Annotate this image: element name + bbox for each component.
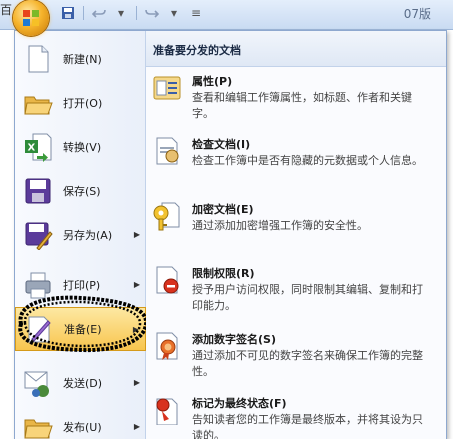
submenu-item-desc: 检查工作簿中是否有隐藏的元数据或个人信息。 (192, 154, 423, 167)
prepare-submenu: 准备要分发的文档 属性(P) 查看和编辑工作簿属性，如标题、作者和关键字。 检查… (146, 31, 446, 439)
qat-separator (136, 6, 137, 20)
submenu-arrow-icon: ▶ (133, 230, 140, 239)
document-title: 07版 (403, 7, 431, 21)
restrict-permission-icon (156, 266, 179, 294)
submenu-item-title: 属性(P) (192, 75, 233, 88)
undo-icon[interactable] (89, 4, 109, 22)
submenu-item-title: 加密文档(E) (192, 203, 254, 216)
publish-icon (24, 419, 53, 439)
title-bar: 百 ▾ ▾ ≡ 07版 (0, 0, 453, 30)
chevron-down-icon[interactable]: ▾ (164, 4, 184, 22)
properties-icon (153, 76, 181, 100)
menu-item-label: 打印(P) (63, 279, 101, 292)
submenu-item-desc: 通过添加不可见的数字签名来确保工作簿的完整性。 (192, 349, 423, 378)
redo-icon[interactable] (142, 4, 162, 22)
menu-item-label: 转换(V) (63, 141, 102, 154)
mark-final-icon (156, 398, 178, 425)
quick-access-toolbar: ▾ ▾ ≡ (58, 4, 206, 22)
new-document-icon (28, 45, 49, 73)
menu-item-label: 另存为(A) (63, 229, 113, 242)
menu-item-new[interactable]: 新建(N) (15, 37, 146, 81)
convert-icon: X (25, 133, 52, 162)
submenu-item-desc: 通过添加加密增强工作簿的安全性。 (192, 219, 368, 232)
submenu-item-title: 添加数字签名(S) (192, 333, 276, 346)
send-icon (24, 371, 49, 397)
submenu-item-title: 限制权限(R) (192, 267, 255, 280)
submenu-item-desc: 授予用户访问权限，同时限制其编辑、复制和打印能力。 (192, 283, 423, 312)
submenu-item-desc: 告知读者您的工作簿是最终版本，并将其设为只读的。 (192, 413, 423, 439)
save-icon (25, 178, 51, 204)
prepare-icon (28, 316, 51, 343)
submenu-item-title: 标记为最终状态(F) (192, 397, 287, 410)
qat-separator (83, 6, 84, 20)
submenu-arrow-icon: ▶ (132, 325, 139, 334)
menu-command-list: 新建(N) 打开(O) X 转换(V) 保存(S) 另存为(A) ▶ 打印(P)… (15, 31, 148, 439)
title-clipped-char: 百 (0, 3, 13, 17)
menu-item-label: 保存(S) (63, 185, 101, 198)
menu-item-send[interactable]: 发送(D) ▶ (15, 361, 146, 405)
encrypt-document-icon (153, 202, 180, 231)
customize-icon[interactable]: ≡ (186, 4, 206, 22)
menu-item-label: 准备(E) (64, 323, 102, 336)
menu-item-publish[interactable]: 发布(U) ▶ (15, 405, 146, 439)
inspect-document-icon (156, 137, 179, 165)
svg-text:X: X (28, 143, 36, 154)
office-menu: 新建(N) 打开(O) X 转换(V) 保存(S) 另存为(A) ▶ 打印(P)… (14, 30, 447, 439)
submenu-arrow-icon: ▶ (133, 422, 140, 431)
submenu-item-mark-final[interactable]: 标记为最终状态(F) 告知读者您的工作簿是最终版本，并将其设为只读的。 (146, 395, 446, 439)
menu-item-label: 打开(O) (63, 97, 103, 110)
submenu-item-properties[interactable]: 属性(P) 查看和编辑工作簿属性，如标题、作者和关键字。 (146, 73, 446, 121)
menu-item-label: 发布(U) (63, 421, 102, 434)
menu-item-convert[interactable]: X 转换(V) (15, 125, 146, 169)
submenu-item-signature[interactable]: 添加数字签名(S) 通过添加不可见的数字签名来确保工作簿的完整性。 (146, 331, 446, 381)
submenu-item-desc: 查看和编辑工作簿属性，如标题、作者和关键字。 (192, 91, 412, 120)
digital-signature-icon (156, 332, 178, 360)
submenu-item-title: 检查文档(I) (192, 138, 251, 151)
print-icon (25, 272, 51, 299)
submenu-item-inspect[interactable]: 检查文档(I) 检查工作簿中是否有隐藏的元数据或个人信息。 (146, 136, 446, 184)
submenu-header: 准备要分发的文档 (146, 31, 446, 67)
save-as-icon (25, 222, 53, 250)
office-button[interactable] (13, 0, 49, 36)
menu-item-save[interactable]: 保存(S) (15, 169, 146, 213)
menu-item-prepare[interactable]: 准备(E) ▶ (15, 307, 146, 351)
menu-item-open[interactable]: 打开(O) (15, 81, 146, 125)
menu-item-print[interactable]: 打印(P) ▶ (15, 263, 146, 307)
menu-item-save-as[interactable]: 另存为(A) ▶ (15, 213, 146, 257)
menu-item-label: 新建(N) (63, 53, 102, 66)
submenu-arrow-icon: ▶ (133, 378, 140, 387)
submenu-arrow-icon: ▶ (133, 280, 140, 289)
submenu-item-restrict[interactable]: 限制权限(R) 授予用户访问权限，同时限制其编辑、复制和打印能力。 (146, 265, 446, 315)
save-icon[interactable] (58, 4, 78, 22)
open-folder-icon (24, 96, 53, 115)
office-logo-icon (23, 10, 39, 26)
submenu-item-encrypt[interactable]: 加密文档(E) 通过添加加密增强工作簿的安全性。 (146, 201, 446, 241)
chevron-down-icon[interactable]: ▾ (111, 4, 131, 22)
menu-item-label: 发送(D) (63, 377, 103, 390)
